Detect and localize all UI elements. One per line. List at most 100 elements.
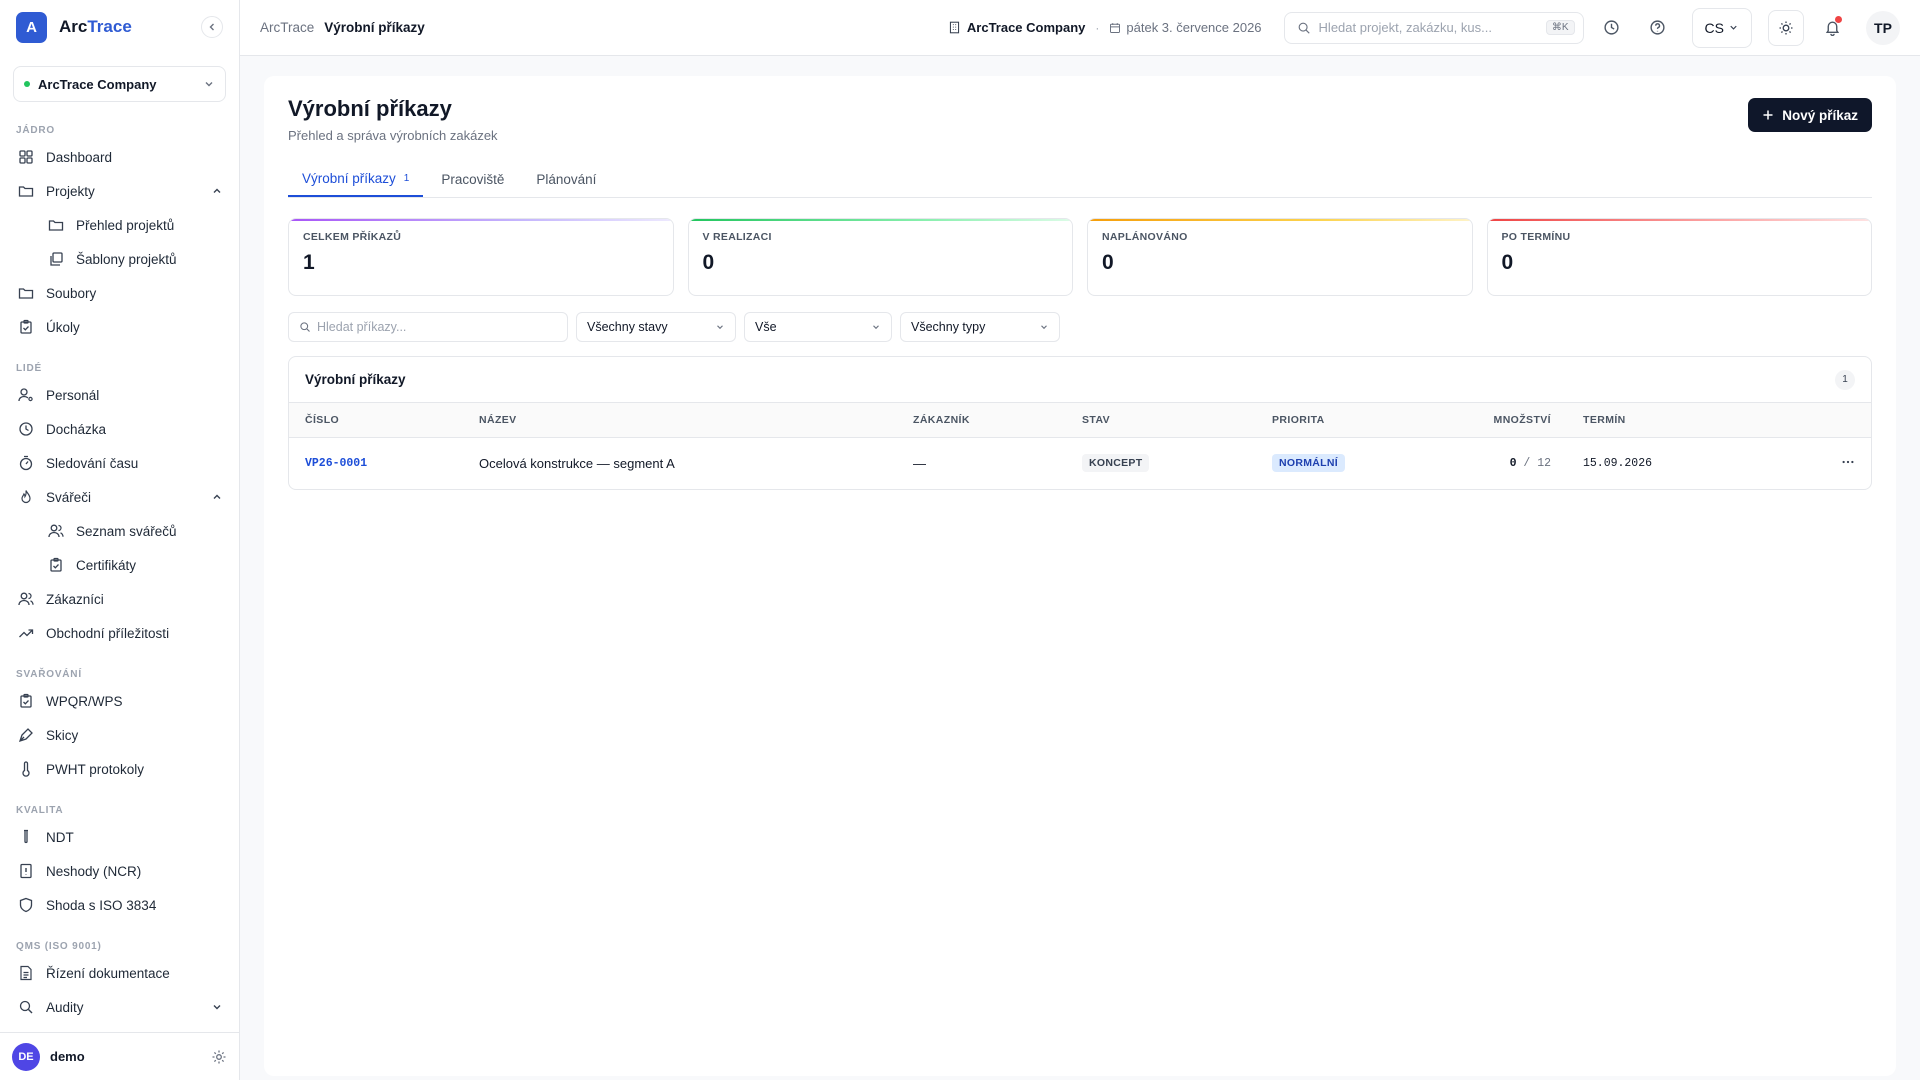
plus-icon xyxy=(1763,110,1773,120)
breadcrumb-root[interactable]: ArcTrace xyxy=(260,20,314,35)
new-order-button-label: Nový příkaz xyxy=(1782,107,1858,123)
sidebar-item-shoda-iso[interactable]: Shoda s ISO 3834 xyxy=(0,888,239,922)
global-search-input[interactable] xyxy=(1318,20,1538,35)
sidebar-item-dochazka[interactable]: Docházka xyxy=(0,412,239,446)
sidebar-item-prehled-projektu[interactable]: Přehled projektů xyxy=(0,208,239,242)
sidebar-item-label: Projekty xyxy=(46,183,95,199)
sidebar-item-ndt[interactable]: NDT xyxy=(0,820,239,854)
column-header-zakaznik[interactable]: ZÁKAZNÍK xyxy=(897,403,1066,438)
folder-icon xyxy=(48,217,64,233)
priority-filter-select[interactable]: Vše xyxy=(744,312,892,342)
new-order-button[interactable]: Nový příkaz xyxy=(1748,98,1872,132)
orders-search-input[interactable] xyxy=(317,320,557,334)
sidebar-item-label: Personál xyxy=(46,387,100,403)
sidebar-item-soubory[interactable]: Soubory xyxy=(0,276,239,310)
global-search[interactable]: ⌘K xyxy=(1283,11,1584,44)
type-filter-select[interactable]: Všechny typy xyxy=(900,312,1060,342)
sidebar-item-ukoly[interactable]: Úkoly xyxy=(0,310,239,344)
folder-open-icon xyxy=(18,183,34,199)
column-header-actions xyxy=(1727,403,1871,438)
stat-card-v-realizaci: V REALIZACI 0 xyxy=(687,218,1073,296)
orders-search[interactable] xyxy=(288,312,568,342)
sidebar-item-label: Skicy xyxy=(46,727,79,743)
sidebar-item-seznam-svarecu[interactable]: Seznam svářečů xyxy=(0,514,239,548)
pen-tool-icon xyxy=(18,727,34,743)
sidebar-item-label: Audity xyxy=(46,999,84,1015)
order-deadline: 15.09.2026 xyxy=(1583,456,1653,470)
sidebar-item-skicy[interactable]: Skicy xyxy=(0,718,239,752)
sidebar-item-label: Neshody (NCR) xyxy=(46,863,142,879)
column-header-termin[interactable]: TERMÍN xyxy=(1567,403,1727,438)
status-filter-select[interactable]: Všechny stavy xyxy=(576,312,736,342)
sidebar-item-personal[interactable]: Personál xyxy=(0,378,239,412)
tab-pracoviste[interactable]: Pracoviště xyxy=(427,161,518,197)
sidebar-item-dashboard[interactable]: Dashboard xyxy=(0,140,239,174)
column-header-nazev[interactable]: NÁZEV xyxy=(463,403,897,438)
more-horizontal-icon xyxy=(1842,460,1854,463)
trending-up-icon xyxy=(18,625,34,641)
dashboard-icon xyxy=(18,149,34,165)
tab-planovani[interactable]: Plánování xyxy=(522,161,610,197)
chevron-down-icon xyxy=(205,82,213,87)
company-selector[interactable]: ArcTrace Company xyxy=(13,66,226,102)
order-customer: — xyxy=(913,455,926,471)
sidebar-item-obchodni-prilezitosti[interactable]: Obchodní příležitosti xyxy=(0,616,239,650)
sun-icon xyxy=(1779,21,1793,34)
sidebar-item-sledovani-casu[interactable]: Sledování času xyxy=(0,446,239,480)
chevron-down-icon xyxy=(873,325,879,330)
sidebar-item-wpqr-wps[interactable]: WPQR/WPS xyxy=(0,684,239,718)
sidebar-item-certifikaty[interactable]: Certifikáty xyxy=(0,548,239,582)
chevron-down-icon xyxy=(1041,325,1047,330)
sidebar-item-sablony-projektu[interactable]: Šablony projektů xyxy=(0,242,239,276)
timer-icon xyxy=(18,455,34,471)
sidebar-item-zakaznici[interactable]: Zákazníci xyxy=(0,582,239,616)
tab-vyrobni-prikazy[interactable]: Výrobní příkazy 1 xyxy=(288,161,424,197)
chevron-down-icon xyxy=(717,325,723,330)
history-button[interactable] xyxy=(1594,10,1630,46)
sidebar-item-label: WPQR/WPS xyxy=(46,693,123,709)
brand-name-part1: Arc xyxy=(59,17,88,36)
collapse-sidebar-button[interactable] xyxy=(201,16,223,38)
page-tabs: Výrobní příkazy 1 Pracoviště Plánování xyxy=(288,161,1872,198)
order-name: Ocelová konstrukce — segment A xyxy=(479,455,675,471)
page-subtitle: Přehled a správa výrobních zakázek xyxy=(288,128,498,143)
sidebar-item-label: Svářeči xyxy=(46,489,92,505)
sidebar-item-rizeni-dokumentace[interactable]: Řízení dokumentace xyxy=(0,956,239,990)
filters-bar: Všechny stavy Vše Všechny typy xyxy=(288,312,1872,342)
users-icon xyxy=(48,523,64,539)
topbar: ArcTrace Výrobní příkazy ArcTrace Compan… xyxy=(240,0,1920,56)
gear-icon[interactable] xyxy=(211,1049,227,1065)
stat-label: PO TERMÍNU xyxy=(1501,231,1571,243)
section-label-qms: QMS (ISO 9001) xyxy=(16,941,102,952)
sidebar-item-pwht-protokoly[interactable]: PWHT protokoly xyxy=(0,752,239,786)
row-actions-button[interactable] xyxy=(1727,437,1871,489)
tab-label: Pracoviště xyxy=(441,171,505,187)
notifications-button[interactable] xyxy=(1814,10,1850,46)
table-row[interactable]: VP26-0001 Ocelová konstrukce — segment A… xyxy=(289,437,1871,489)
sidebar-item-neshody[interactable]: Neshody (NCR) xyxy=(0,854,239,888)
sidebar-item-label: Obchodní příležitosti xyxy=(46,625,170,641)
sidebar-item-svareci[interactable]: Svářeči xyxy=(0,480,239,514)
column-header-priorita[interactable]: PRIORITA xyxy=(1256,403,1442,438)
chevron-up-icon xyxy=(213,494,221,499)
sidebar-item-audity[interactable]: Audity xyxy=(0,990,239,1024)
sidebar-user[interactable]: DE demo xyxy=(0,1032,239,1080)
theme-toggle-button[interactable] xyxy=(1768,9,1804,46)
column-header-cislo[interactable]: ČÍSLO xyxy=(289,403,463,438)
notification-badge xyxy=(1835,15,1842,23)
column-header-stav[interactable]: STAV xyxy=(1066,403,1256,438)
user-avatar[interactable]: TP xyxy=(1866,10,1900,45)
stat-accent-bar xyxy=(289,219,673,221)
section-label-svarovani: SVAŘOVÁNÍ xyxy=(16,669,82,680)
sidebar-item-label: Seznam svářečů xyxy=(76,523,177,539)
sidebar-item-projekty[interactable]: Projekty xyxy=(0,174,239,208)
column-header-mnozstvi[interactable]: MNOŽSTVÍ xyxy=(1442,403,1567,438)
calendar-icon xyxy=(1110,22,1121,33)
help-button[interactable] xyxy=(1640,10,1676,46)
order-quantity: 0 / 12 xyxy=(1442,437,1567,489)
order-number-link[interactable]: VP26-0001 xyxy=(289,437,463,489)
stat-accent-bar xyxy=(1487,219,1871,221)
language-selector[interactable]: CS xyxy=(1691,7,1752,48)
chevron-down-icon xyxy=(1730,25,1737,30)
sidebar-item-label: NDT xyxy=(46,829,74,845)
